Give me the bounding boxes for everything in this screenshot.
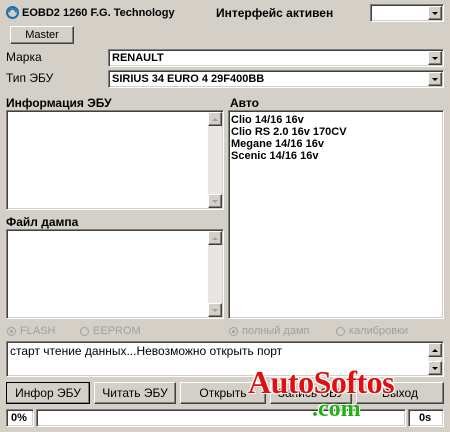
full-dump-radio[interactable]: полный дамп — [229, 325, 310, 337]
ecu-info-scrollbar[interactable] — [208, 112, 222, 208]
chevron-down-icon — [432, 77, 438, 81]
arrow-up-icon — [432, 348, 438, 352]
radio-circle-icon — [336, 326, 345, 336]
auto-list-item[interactable]: Scenic 14/16 16v — [231, 150, 443, 162]
interface-select-dropdown-button[interactable] — [428, 6, 442, 20]
arrow-up-icon — [212, 236, 218, 240]
master-button[interactable]: Master — [10, 26, 74, 44]
chevron-down-icon — [432, 11, 438, 15]
brand-select-value: RENAULT — [112, 52, 164, 64]
arrow-down-icon — [212, 308, 218, 312]
chevron-down-icon — [432, 56, 438, 60]
dump-file-textarea[interactable] — [6, 229, 224, 319]
arrow-down-icon — [432, 366, 438, 370]
auto-list-item[interactable]: Clio 14/16 16v — [231, 114, 443, 126]
dump-file-scrollbar[interactable] — [208, 231, 222, 317]
progress-time-box: 0s — [408, 409, 444, 427]
ecu-type-label: Тип ЭБУ — [6, 71, 54, 85]
eeprom-radio[interactable]: EEPROM — [80, 325, 141, 337]
app-logo-icon — [6, 6, 19, 19]
ecu-info-textarea[interactable] — [6, 110, 224, 210]
eeprom-radio-label: EEPROM — [93, 325, 141, 337]
flash-radio[interactable]: FLASH — [7, 325, 55, 337]
calibration-radio-label: калибровки — [349, 325, 409, 337]
ecu-type-select-value: SIRIUS 34 EURO 4 29F400BB — [112, 73, 265, 85]
watermark-domain: .com — [312, 396, 361, 422]
read-ecu-button[interactable]: Читать ЭБУ — [94, 382, 176, 404]
progress-percent-box: 0% — [6, 409, 34, 427]
dump-file-label: Файл дампа — [6, 215, 79, 229]
scroll-down-button[interactable] — [428, 361, 442, 375]
scroll-up-button[interactable] — [208, 112, 222, 126]
radio-dot-icon — [7, 326, 16, 336]
brand-select[interactable]: RENAULT — [108, 49, 444, 67]
auto-list-item[interactable]: Megane 14/16 16v — [231, 138, 443, 150]
scroll-up-button[interactable] — [208, 231, 222, 245]
flash-radio-label: FLASH — [20, 325, 56, 337]
interface-select[interactable] — [370, 4, 444, 22]
log-scrollbar[interactable] — [428, 343, 442, 375]
full-dump-radio-label: полный дамп — [242, 325, 310, 337]
arrow-up-icon — [212, 117, 218, 121]
progress-percent: 0% — [11, 412, 27, 424]
brand-label: Марка — [6, 50, 42, 64]
auto-list-item[interactable]: Clio RS 2.0 16v 170CV — [231, 126, 443, 138]
log-text: старт чтение данных...Невозможно открыть… — [10, 344, 283, 358]
scroll-down-button[interactable] — [208, 194, 222, 208]
ecu-info-button[interactable]: Инфор ЭБУ — [6, 382, 90, 404]
auto-list[interactable]: Clio 14/16 16v Clio RS 2.0 16v 170CV Meg… — [228, 110, 444, 319]
interface-status-text: Интерфейс активен — [216, 6, 334, 20]
radio-dot-icon — [229, 326, 238, 336]
application-window: EOBD2 1260 F.G. Technology Интерфейс акт… — [0, 0, 450, 432]
ecu-info-label: Информация ЭБУ — [6, 96, 112, 110]
radio-circle-icon — [80, 326, 89, 336]
scroll-down-button[interactable] — [208, 303, 222, 317]
brand-select-dropdown-button[interactable] — [428, 51, 442, 65]
calibration-radio[interactable]: калибровки — [336, 325, 408, 337]
ecu-type-select[interactable]: SIRIUS 34 EURO 4 29F400BB — [108, 70, 444, 88]
auto-label: Авто — [230, 96, 259, 110]
ecu-type-select-dropdown-button[interactable] — [428, 72, 442, 86]
arrow-down-icon — [212, 199, 218, 203]
progress-time: 0s — [419, 412, 432, 424]
scroll-up-button[interactable] — [428, 343, 442, 357]
window-title: EOBD2 1260 F.G. Technology — [22, 7, 175, 19]
